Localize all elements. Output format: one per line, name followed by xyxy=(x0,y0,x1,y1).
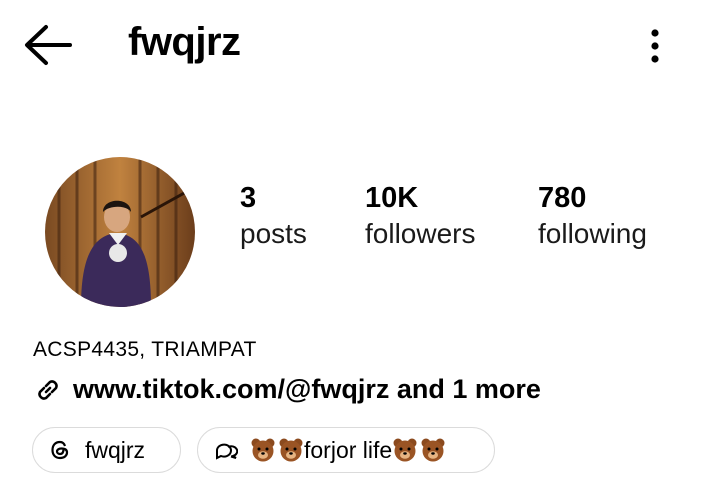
bear-emoji-icon xyxy=(251,438,275,462)
note-chip[interactable]: forjor life xyxy=(197,427,495,473)
stat-followers-value: 10K xyxy=(365,182,419,214)
arrow-left-icon xyxy=(25,25,72,65)
profile-header: fwqjrz xyxy=(0,0,719,95)
bio-name: ACSP4435, TRIAMPAT xyxy=(33,338,257,361)
stat-following-label: following xyxy=(538,218,647,249)
chat-bubble-icon xyxy=(216,443,238,460)
stat-posts[interactable]: 3 posts xyxy=(240,180,307,252)
stat-posts-label: posts xyxy=(240,218,307,249)
threads-chip-label: fwqjrz xyxy=(85,436,146,463)
back-button[interactable] xyxy=(22,22,74,68)
profile-avatar[interactable] xyxy=(45,157,195,307)
stat-following[interactable]: 780 following xyxy=(538,180,647,252)
more-options-button[interactable] xyxy=(640,24,670,68)
threads-icon xyxy=(51,440,69,460)
link-chain-icon xyxy=(38,379,58,400)
bear-emoji-icon xyxy=(421,438,445,462)
stat-following-value: 780 xyxy=(538,182,587,214)
bio-link-text: www.tiktok.com/@fwqjrz and 1 more xyxy=(73,374,541,404)
avatar-photo xyxy=(45,157,195,307)
bio-link[interactable]: www.tiktok.com/@fwqjrz and 1 more xyxy=(33,374,541,405)
stat-followers-label: followers xyxy=(365,218,476,249)
vertical-ellipsis-icon xyxy=(651,29,659,63)
bear-emoji-icon xyxy=(393,438,417,462)
note-chip-text: forjor life xyxy=(304,436,393,463)
threads-chip[interactable]: fwqjrz xyxy=(32,427,181,473)
bear-emoji-icon xyxy=(279,438,303,462)
stat-followers[interactable]: 10K followers xyxy=(365,180,475,252)
profile-username-title: fwqjrz xyxy=(128,20,241,64)
stat-posts-value: 3 xyxy=(240,182,257,214)
